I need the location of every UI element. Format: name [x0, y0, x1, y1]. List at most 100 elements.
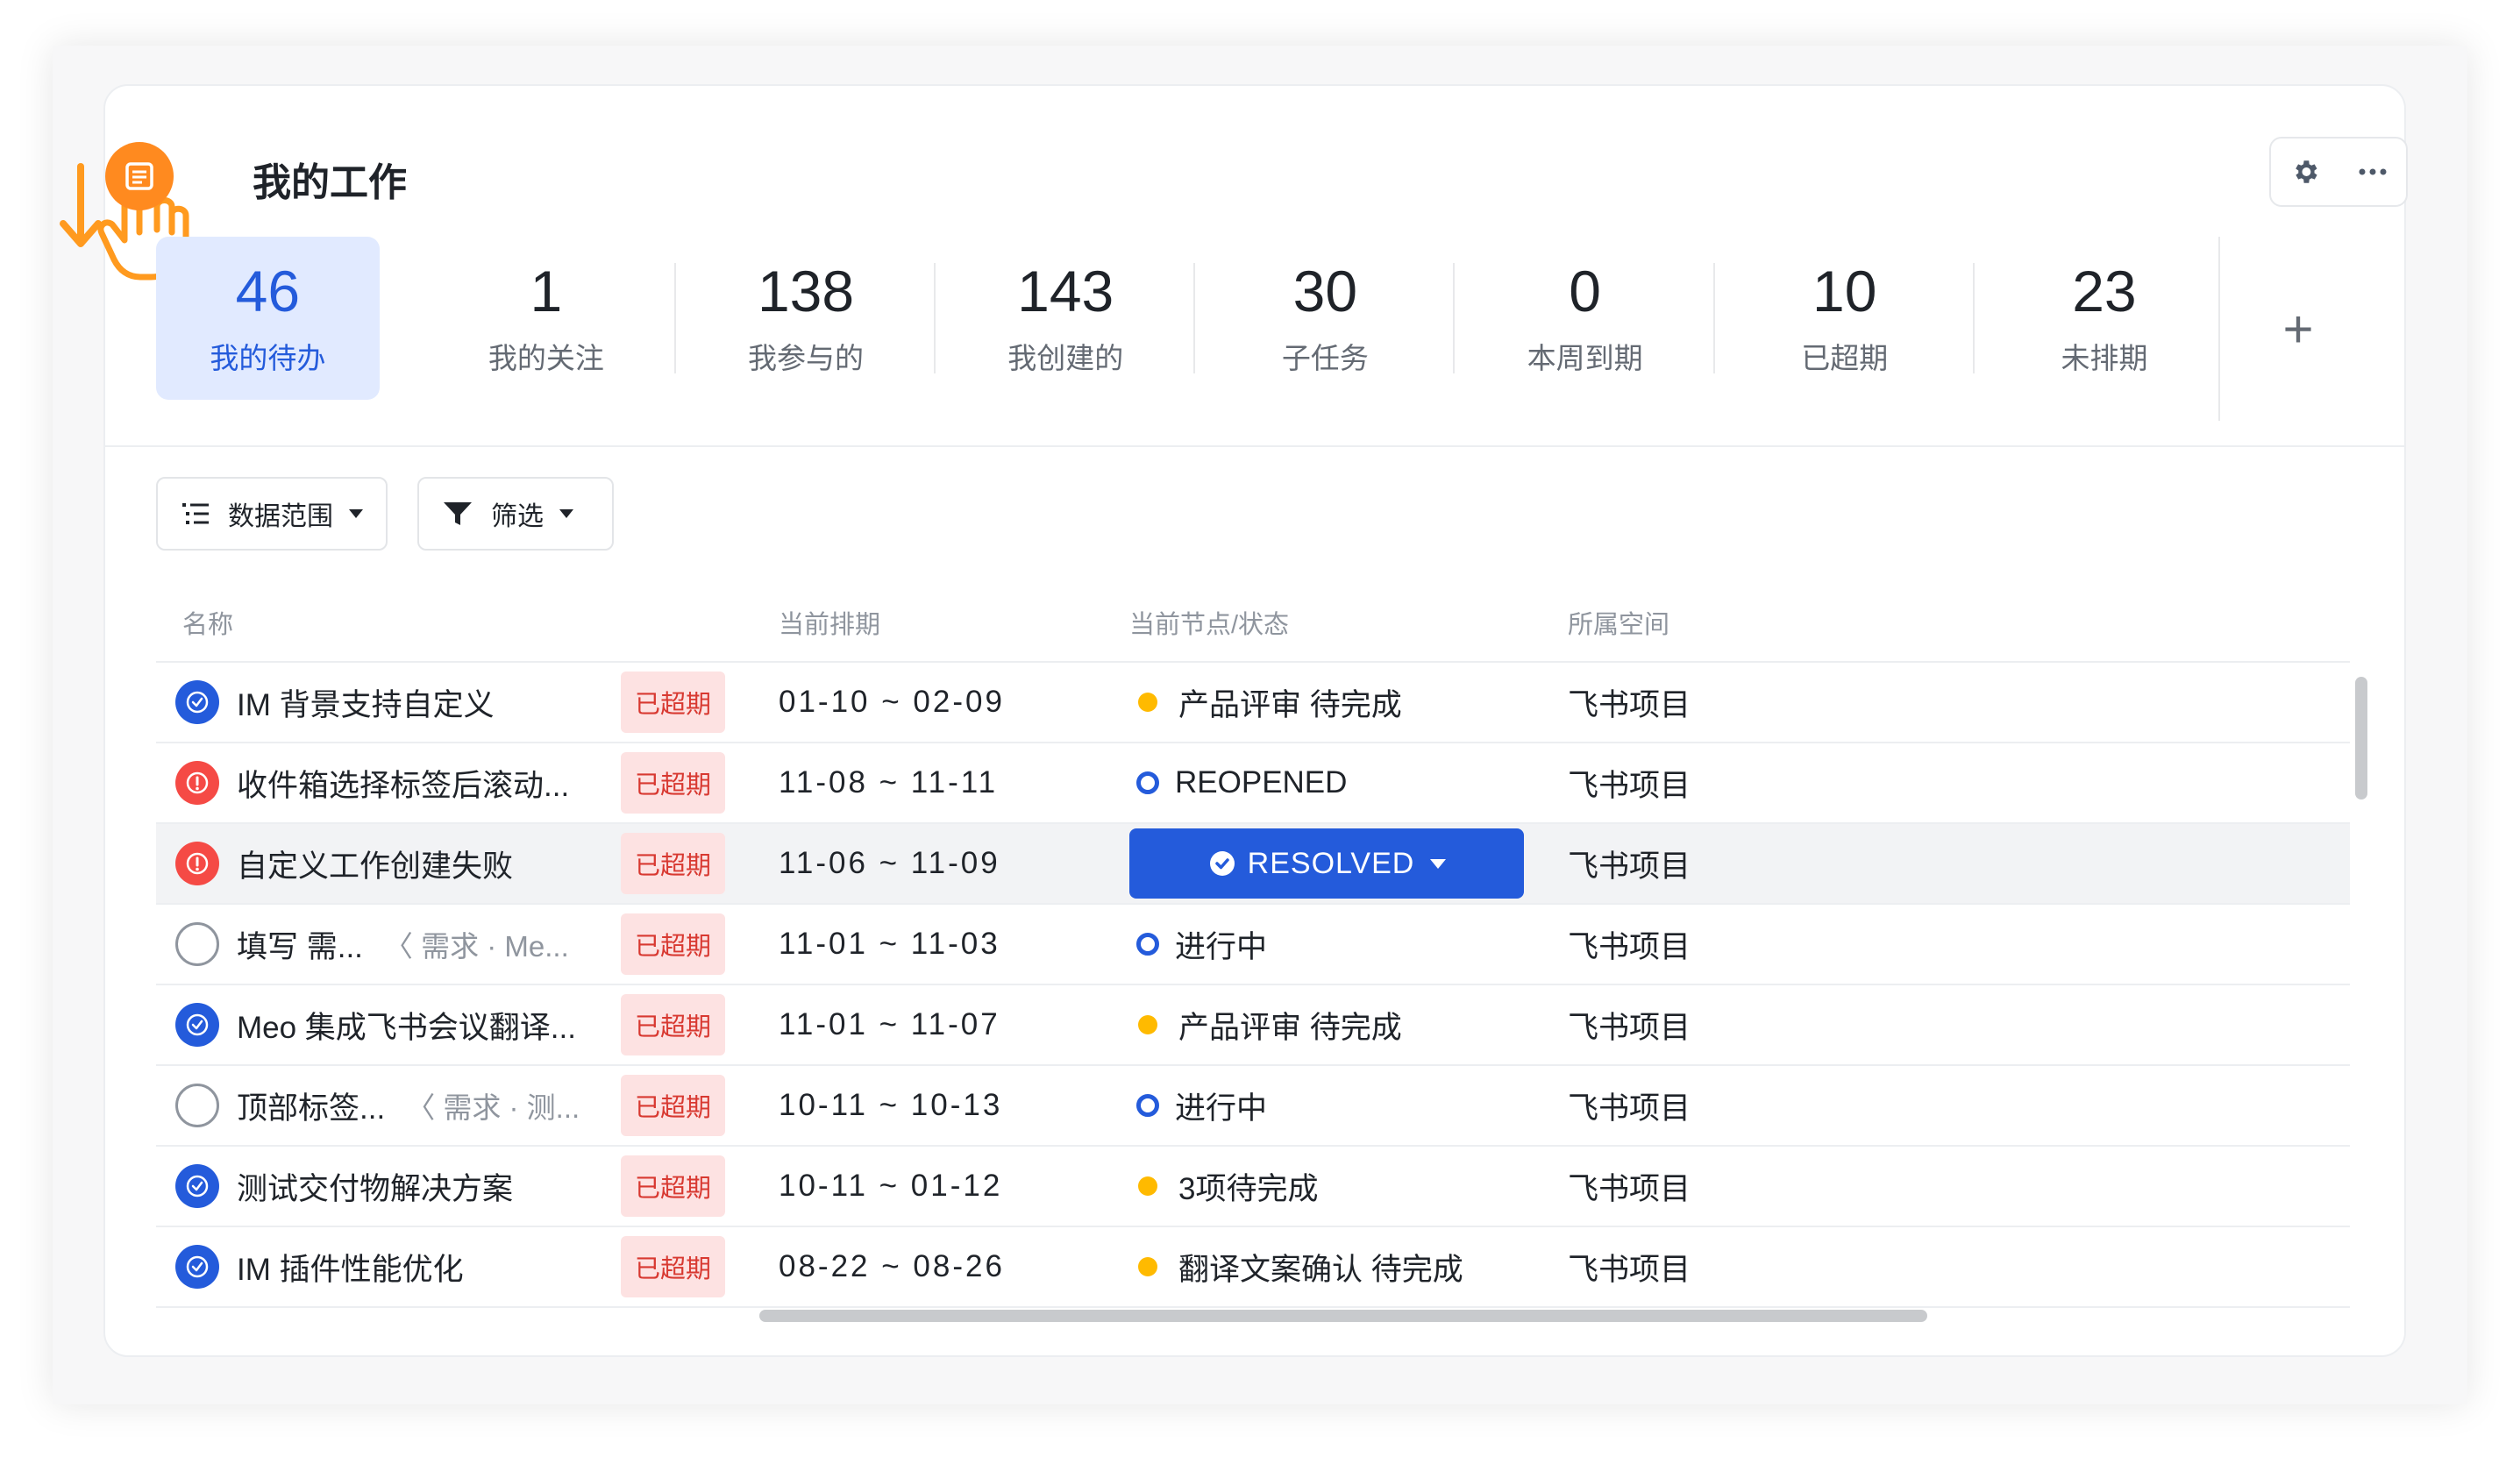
- table-row[interactable]: IM 背景支持自定义 已超期 01-10 ~ 02-09 产品评审 待完成 飞书项目: [156, 663, 2350, 743]
- row-space[interactable]: 飞书项目: [1568, 1245, 1918, 1290]
- row-name[interactable]: 测试交付物解决方案: [237, 1164, 513, 1209]
- row-tag-cell: 已超期: [621, 1236, 779, 1297]
- horizontal-scrollbar[interactable]: [759, 1310, 1927, 1322]
- table-row[interactable]: 自定义工作创建失败 已超期 11-06 ~ 11-09 RESOLVED 飞书项目: [156, 824, 2350, 905]
- task-done-icon[interactable]: [175, 1164, 219, 1208]
- page-title: 我的工作: [253, 161, 407, 204]
- task-empty-icon[interactable]: [175, 922, 219, 966]
- status-label: 产品评审 待完成: [1178, 1010, 1402, 1045]
- status-label: 产品评审 待完成: [1178, 687, 1402, 722]
- row-name[interactable]: IM 背景支持自定义: [237, 680, 495, 725]
- list-icon: [105, 142, 174, 210]
- row-schedule: 11-08 ~ 11-11: [779, 765, 999, 800]
- row-tag-cell: 已超期: [621, 833, 779, 894]
- table-row[interactable]: 填写 需... 〈 需求 · Me... 已超期 11-01 ~ 11-03 进行中 飞…: [156, 905, 2350, 985]
- task-empty-icon[interactable]: [175, 1084, 219, 1127]
- row-name[interactable]: 自定义工作创建失败: [237, 842, 513, 886]
- stat-value: 23: [2072, 258, 2137, 323]
- list-filter-icon: [182, 503, 209, 524]
- divider: [105, 445, 2406, 447]
- row-space[interactable]: 飞书项目: [1568, 1003, 1918, 1048]
- status-label: 翻译文案确认 待完成: [1178, 1252, 1463, 1287]
- stats-tabs: 46 我的待办 1 我的关注 138 我参与的 143 我创建的 30 子任务 …: [156, 237, 2234, 400]
- row-schedule: 01-10 ~ 02-09: [779, 685, 1005, 719]
- status-dot-icon: [1138, 693, 1157, 712]
- row-status-cell[interactable]: 产品评审 待完成: [1129, 1003, 1568, 1048]
- bug-alert-icon[interactable]: [175, 842, 219, 885]
- row-parent[interactable]: 〈 需求 · 测...: [406, 1084, 580, 1126]
- data-range-button[interactable]: 数据范围: [156, 477, 388, 551]
- status-dot-icon: [1138, 1015, 1157, 1034]
- bug-alert-icon[interactable]: [175, 761, 219, 805]
- filter-label: 筛选: [491, 502, 544, 531]
- row-status-cell[interactable]: 进行中: [1129, 922, 1568, 967]
- stat-value: 46: [235, 258, 301, 323]
- stat-label: 我创建的: [1007, 342, 1124, 375]
- row-space[interactable]: 飞书项目: [1568, 1164, 1918, 1209]
- col-name: 名称: [182, 611, 234, 639]
- row-name-cell: 收件箱选择标签后滚动...: [156, 761, 621, 806]
- row-name[interactable]: Meo 集成飞书会议翻译...: [237, 1003, 576, 1048]
- row-space[interactable]: 飞书项目: [1568, 922, 1918, 967]
- status-label: 进行中: [1175, 1091, 1268, 1126]
- filter-button[interactable]: 筛选: [417, 477, 614, 551]
- row-name[interactable]: 顶部标签...: [237, 1084, 385, 1128]
- row-space[interactable]: 飞书项目: [1568, 842, 1918, 886]
- row-name[interactable]: IM 插件性能优化: [237, 1245, 464, 1290]
- vertical-scrollbar[interactable]: [2355, 677, 2367, 800]
- task-done-icon[interactable]: [175, 680, 219, 724]
- table-row[interactable]: 顶部标签... 〈 需求 · 测... 已超期 10-11 ~ 10-13 进行中 飞书…: [156, 1066, 2350, 1147]
- caret-down-icon: [1430, 858, 1447, 869]
- header-tools: [2269, 137, 2408, 207]
- filter-icon: [444, 502, 472, 525]
- stat-value: 138: [757, 258, 855, 323]
- overdue-badge: 已超期: [621, 1155, 726, 1217]
- task-done-icon[interactable]: [175, 1245, 219, 1289]
- row-tag-cell: 已超期: [621, 1155, 779, 1217]
- row-tag-cell: 已超期: [621, 913, 779, 975]
- stat-subtasks[interactable]: 30 子任务: [1195, 237, 1456, 400]
- row-schedule: 11-01 ~ 11-07: [779, 1007, 1000, 1041]
- check-circle-icon: [1209, 851, 1235, 876]
- col-space: 所属空间: [1568, 611, 1670, 639]
- row-space[interactable]: 飞书项目: [1568, 680, 1918, 725]
- row-space[interactable]: 飞书项目: [1568, 1084, 1918, 1128]
- table-row[interactable]: IM 插件性能优化 已超期 08-22 ~ 08-26 翻译文案确认 待完成 飞书项目: [156, 1227, 2350, 1308]
- stat-value: 30: [1292, 258, 1358, 323]
- stat-unscheduled[interactable]: 23 未排期: [1975, 237, 2234, 400]
- row-status-cell[interactable]: 进行中: [1129, 1084, 1568, 1128]
- status-dropdown-button[interactable]: RESOLVED: [1129, 828, 1524, 899]
- col-status: 当前节点/状态: [1129, 611, 1290, 639]
- task-done-icon[interactable]: [175, 1003, 219, 1047]
- add-view-button[interactable]: +: [2282, 299, 2313, 359]
- row-name[interactable]: 填写 需...: [237, 922, 363, 967]
- overdue-badge: 已超期: [621, 1236, 726, 1297]
- row-parent[interactable]: 〈 需求 · Me...: [384, 923, 569, 965]
- table-body: IM 背景支持自定义 已超期 01-10 ~ 02-09 产品评审 待完成 飞书项目 …: [156, 663, 2350, 1308]
- status-ring-icon: [1136, 933, 1159, 956]
- stat-participated[interactable]: 138 我参与的: [676, 237, 936, 400]
- col-schedule: 当前排期: [779, 611, 881, 639]
- stat-created[interactable]: 143 我创建的: [936, 237, 1196, 400]
- table-row[interactable]: 测试交付物解决方案 已超期 10-11 ~ 01-12 3项待完成 飞书项目: [156, 1147, 2350, 1227]
- gear-icon[interactable]: [2279, 146, 2331, 198]
- row-status-cell[interactable]: 3项待完成: [1129, 1164, 1568, 1209]
- caret-down-icon: [349, 509, 363, 518]
- row-space[interactable]: 飞书项目: [1568, 761, 1918, 806]
- table-row[interactable]: Meo 集成飞书会议翻译... 已超期 11-01 ~ 11-07 产品评审 待完成…: [156, 985, 2350, 1066]
- row-tag-cell: 已超期: [621, 994, 779, 1055]
- table-row[interactable]: 收件箱选择标签后滚动... 已超期 11-08 ~ 11-11 REOPENED 飞书…: [156, 743, 2350, 824]
- stat-due-this-week[interactable]: 0 本周到期: [1455, 237, 1715, 400]
- stat-overdue[interactable]: 10 已超期: [1715, 237, 1975, 400]
- more-icon[interactable]: [2346, 146, 2399, 198]
- status-label: 进行中: [1175, 929, 1268, 964]
- stat-following[interactable]: 1 我的关注: [416, 237, 676, 400]
- row-status-cell[interactable]: REOPENED: [1129, 765, 1568, 800]
- row-tag-cell: 已超期: [621, 672, 779, 733]
- row-status-cell[interactable]: 翻译文案确认 待完成: [1129, 1245, 1568, 1290]
- row-status-cell[interactable]: 产品评审 待完成: [1129, 680, 1568, 725]
- row-schedule: 10-11 ~ 01-12: [779, 1169, 1003, 1203]
- stat-my-todo[interactable]: 46 我的待办: [156, 237, 380, 400]
- row-name[interactable]: 收件箱选择标签后滚动...: [237, 761, 569, 806]
- work-table: 名称 当前排期 当前节点/状态 所属空间 IM 背景支持自定义 已超期 01-10 …: [156, 584, 2350, 1308]
